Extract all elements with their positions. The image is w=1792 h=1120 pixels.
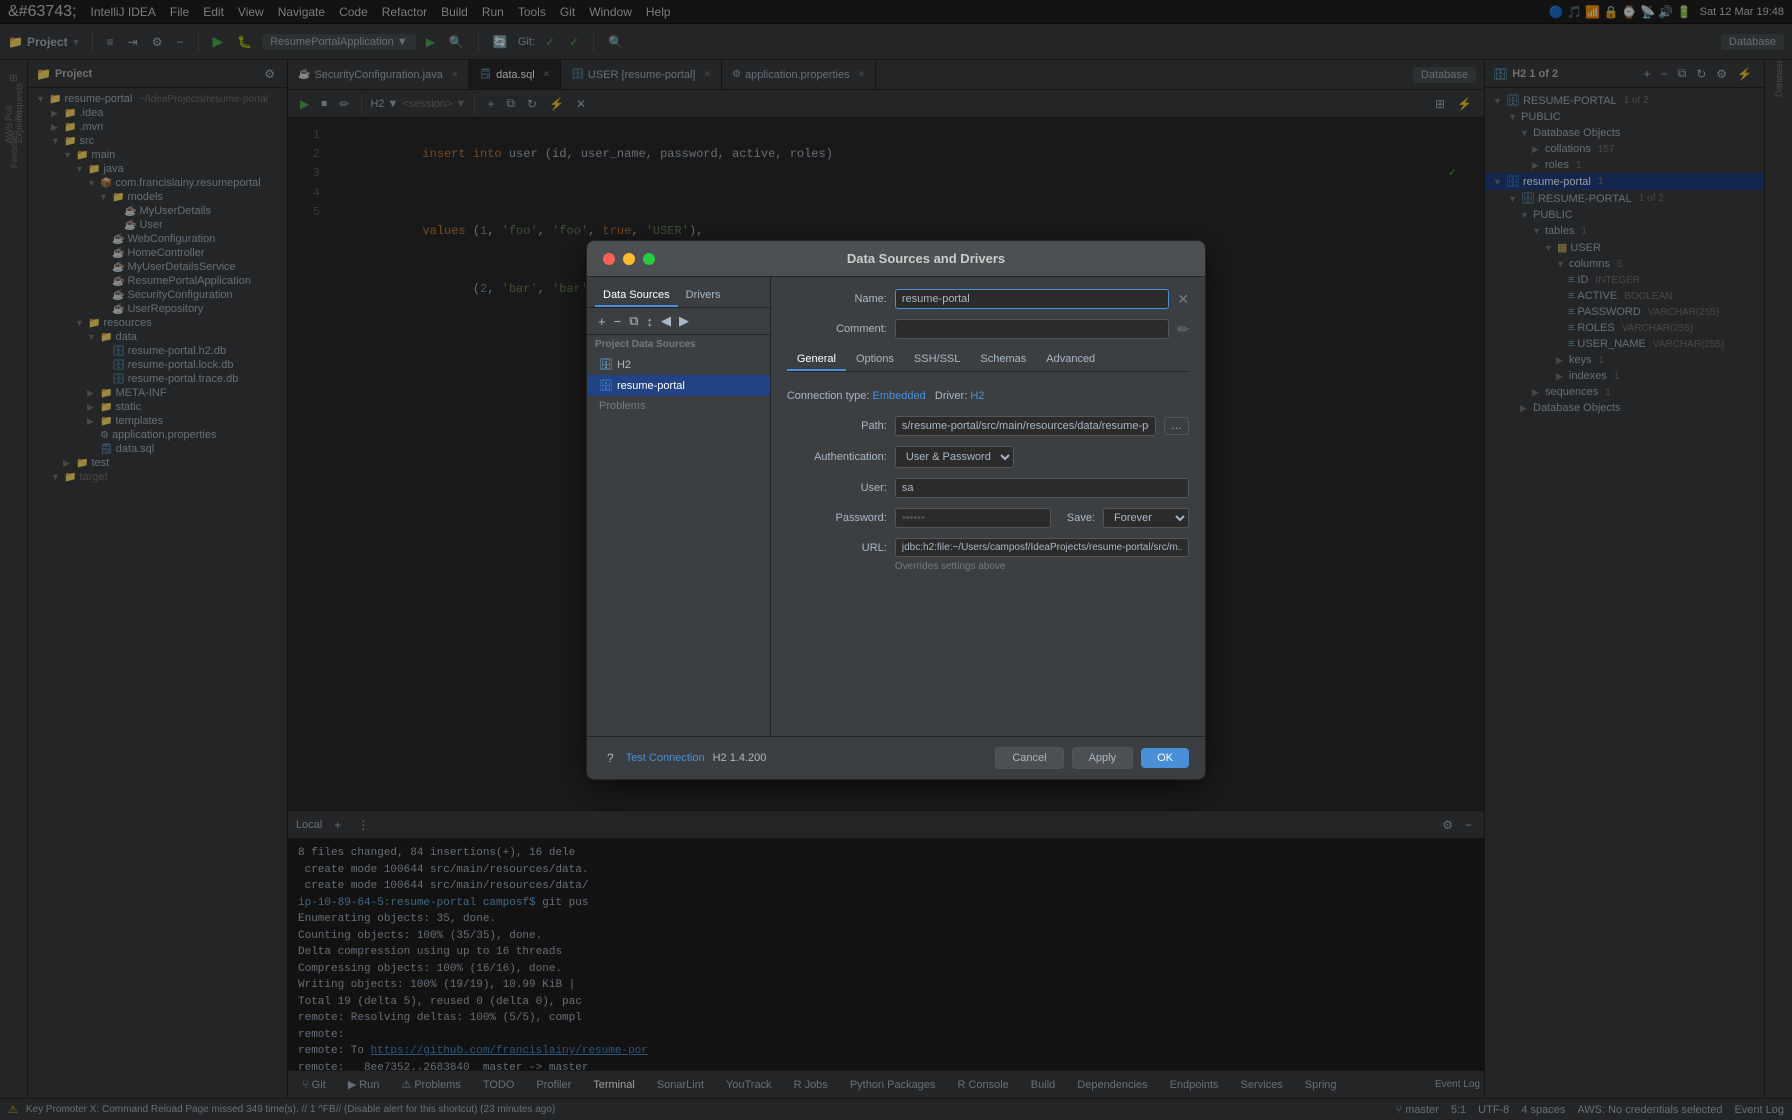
browse-btn[interactable]: … [1164, 417, 1189, 435]
test-connection-btn[interactable]: Test Connection [626, 752, 705, 764]
password-input[interactable] [895, 508, 1051, 528]
path-label: Path: [787, 420, 887, 432]
auth-label: Authentication: [787, 451, 887, 463]
comment-label: Comment: [787, 323, 887, 335]
ds-move-btn[interactable]: ↕ [643, 313, 656, 330]
url-hint: Overrides settings above [895, 561, 1189, 572]
inner-tab-schemas[interactable]: Schemas [970, 349, 1036, 371]
modal-overlay: Data Sources and Drivers Data Sources Dr… [0, 0, 1792, 1120]
inner-tab-options[interactable]: Options [846, 349, 904, 371]
modal-sidebar-tabs: Data Sources Drivers [587, 285, 770, 308]
ds-section-title: Project Data Sources [587, 335, 770, 354]
cancel-button[interactable]: Cancel [995, 747, 1063, 769]
window-close-btn[interactable] [603, 253, 615, 265]
name-input[interactable] [895, 289, 1169, 309]
inner-tab-advanced[interactable]: Advanced [1036, 349, 1105, 371]
comment-edit-btn[interactable]: ✏ [1177, 321, 1189, 338]
modal-inner-tabs: General Options SSH/SSL Schemas Advanced [787, 349, 1189, 372]
ds-resume-portal-label: resume-portal [617, 380, 685, 392]
window-max-btn[interactable] [643, 253, 655, 265]
modal-body: Data Sources Drivers + − ⧉ ↕ ◀ ▶ Project… [587, 277, 1205, 736]
modal-footer-left: ? Test Connection H2 1.4.200 [603, 749, 766, 767]
form-row-name: Name: ✕ [787, 289, 1189, 309]
inner-tab-general[interactable]: General [787, 349, 846, 371]
name-clear-btn[interactable]: ✕ [1177, 291, 1189, 308]
ds-remove-btn[interactable]: − [611, 313, 625, 330]
window-min-btn[interactable] [623, 253, 635, 265]
ds-nav-right[interactable]: ▶ [676, 312, 692, 330]
conn-type-value[interactable]: Embedded [872, 390, 925, 402]
data-sources-modal: Data Sources and Drivers Data Sources Dr… [586, 240, 1206, 780]
form-row-auth: Authentication: User & Password [787, 446, 1189, 468]
modal-header: Data Sources and Drivers [587, 241, 1205, 277]
url-input[interactable] [895, 538, 1189, 557]
comment-input[interactable] [895, 319, 1169, 339]
user-label: User: [787, 482, 887, 494]
ds-resume-portal-icon: 🗄 [599, 379, 613, 392]
ds-nav-left[interactable]: ◀ [658, 312, 674, 330]
driver-value[interactable]: H2 [970, 390, 984, 402]
problems-side-tab[interactable]: Problems [587, 396, 770, 416]
modal-tab-drivers[interactable]: Drivers [678, 285, 729, 307]
url-label: URL: [787, 542, 887, 554]
help-btn[interactable]: ? [603, 749, 618, 767]
ds-item-h2[interactable]: 🗄 H2 [587, 354, 770, 375]
form-row-password: Password: Save: Forever [787, 508, 1189, 528]
name-label: Name: [787, 293, 887, 305]
modal-form: Name: ✕ Comment: ✏ General Options SSH/S… [771, 277, 1205, 736]
auth-select[interactable]: User & Password [895, 446, 1014, 468]
user-input[interactable] [895, 478, 1189, 498]
modal-tab-datasources[interactable]: Data Sources [595, 285, 678, 307]
modal-footer: ? Test Connection H2 1.4.200 Cancel Appl… [587, 736, 1205, 779]
ok-button[interactable]: OK [1141, 748, 1189, 768]
path-input[interactable] [895, 416, 1156, 436]
form-row-user: User: [787, 478, 1189, 498]
ds-h2-label: H2 [617, 359, 631, 371]
form-row-conntype: Connection type: Embedded Driver: H2 [787, 390, 1189, 406]
ds-copy-btn[interactable]: ⧉ [626, 312, 641, 330]
password-label: Password: [787, 512, 887, 524]
inner-tab-ssh[interactable]: SSH/SSL [904, 349, 970, 371]
ds-add-btn[interactable]: + [595, 313, 609, 330]
test-conn-version: H2 1.4.200 [713, 752, 767, 764]
ds-toolbar: + − ⧉ ↕ ◀ ▶ [587, 308, 770, 335]
form-row-comment: Comment: ✏ [787, 319, 1189, 339]
save-label: Save: [1067, 512, 1095, 524]
save-select[interactable]: Forever [1103, 508, 1189, 528]
modal-title: Data Sources and Drivers [663, 251, 1189, 266]
conn-type-info: Connection type: Embedded Driver: H2 [787, 390, 985, 402]
form-row-path: Path: … [787, 416, 1189, 436]
apply-button[interactable]: Apply [1072, 747, 1134, 769]
ds-h2-icon: 🗄 [599, 358, 613, 371]
modal-sidebar: Data Sources Drivers + − ⧉ ↕ ◀ ▶ Project… [587, 277, 771, 736]
ds-item-resume-portal[interactable]: 🗄 resume-portal [587, 375, 770, 396]
form-row-url: URL: [787, 538, 1189, 557]
